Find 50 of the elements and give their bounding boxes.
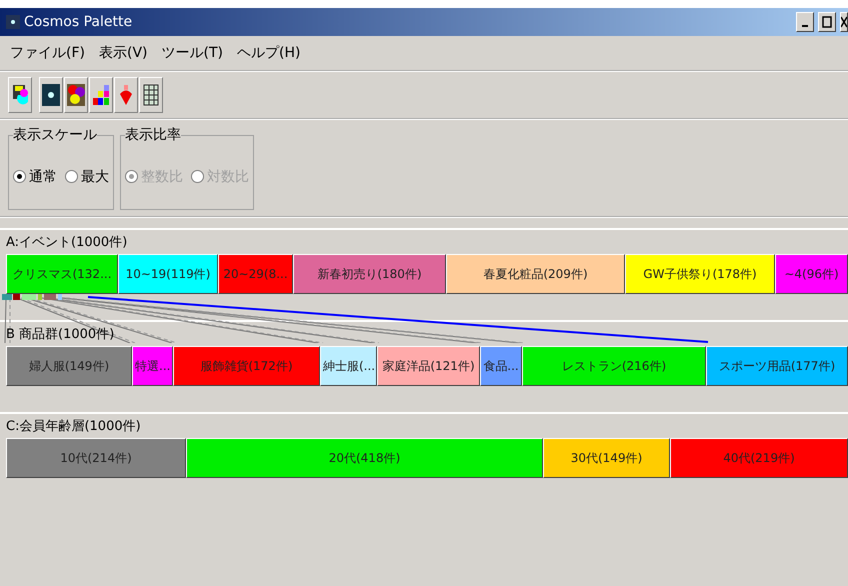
floppy-icon [12,83,28,107]
category-segment[interactable]: 40代(219件) [670,438,848,478]
toolbar-button[interactable] [89,77,113,113]
toolbar-button[interactable] [39,77,63,113]
menu-item[interactable]: ヘルプ(H) [236,44,300,62]
category-segment[interactable]: 30代(149件) [543,438,670,478]
menu-item[interactable]: ツール(T) [162,44,223,62]
category-segment[interactable]: 10~19(119件) [118,254,218,294]
flower-icon [67,84,85,106]
maximize-button[interactable] [818,12,836,32]
category-segment[interactable]: 20~29(8... [218,254,293,294]
section-title: C:会員年齢層(1000件) [5,418,142,436]
toolbar-button[interactable] [64,77,88,113]
grid-icon [143,84,159,106]
category-segment[interactable]: クリスマス(132... [6,254,118,294]
radio-button[interactable] [65,170,78,183]
category-segment[interactable]: 婦人服(149件) [6,346,132,386]
category-segment[interactable]: 家庭洋品(121件) [377,346,480,386]
window-title: Cosmos Palette [24,14,134,30]
menu-item[interactable]: 表示(V) [98,44,148,62]
category-segment[interactable]: 20代(418件) [186,438,543,478]
group-title: 表示スケール [13,126,97,144]
maximize-icon [822,16,832,28]
section-title: A:イベント(1000件) [5,234,128,252]
minimize-icon [802,25,808,27]
category-segment[interactable]: 春夏化粧品(209件) [446,254,625,294]
category-segment[interactable]: GW子供祭り(178件) [625,254,775,294]
category-segment[interactable]: スポーツ用品(177件) [706,346,848,386]
radio-option[interactable]: 最大 [65,168,109,186]
toolbar-button[interactable] [139,77,163,113]
app-icon [6,15,20,29]
blocks-icon [92,84,110,106]
minimize-button[interactable] [796,12,814,32]
section-title: B 商品群(1000件) [5,326,116,344]
close-icon [841,16,847,28]
category-segment[interactable]: レストラン(216件) [522,346,706,386]
close-button[interactable] [840,12,848,32]
menu-item[interactable]: ファイル(F) [10,44,85,62]
group-title: 表示比率 [125,126,181,144]
category-segment[interactable]: 紳士服(... [320,346,377,386]
category-segment[interactable]: 服飾雑貨(172件) [173,346,320,386]
radio-option[interactable]: 通常 [13,168,57,186]
category-segment[interactable]: ~4(96件) [775,254,848,294]
category-segment[interactable]: 10代(214件) [6,438,186,478]
radio-button[interactable] [13,170,26,183]
toolbar-button[interactable] [8,77,32,113]
category-segment[interactable]: 新春初売り(180件) [293,254,446,294]
bottle-icon [119,84,133,106]
category-segment[interactable]: 特選... [132,346,173,386]
category-segment[interactable]: 食品... [480,346,522,386]
